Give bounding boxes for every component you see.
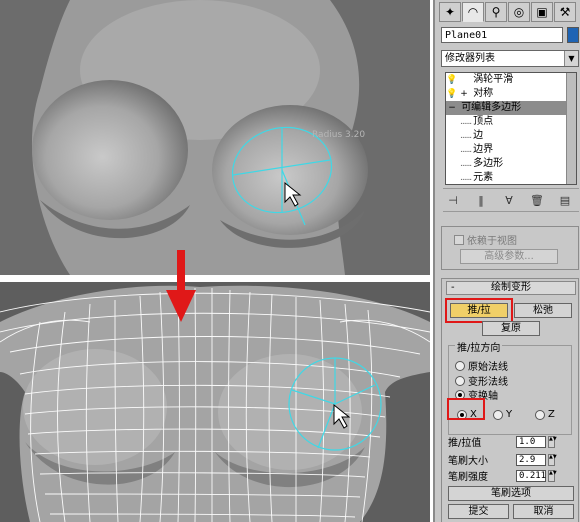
viewport-wireframe[interactable] — [0, 282, 430, 522]
configure-sets-icon[interactable]: ▤ — [555, 191, 575, 209]
relax-button[interactable]: 松弛 — [514, 303, 572, 318]
spinner-icon[interactable]: ▲▼ — [548, 469, 557, 482]
depend-on-view-checkbox[interactable] — [454, 234, 464, 245]
display-icon[interactable]: ▣ — [531, 2, 553, 22]
modifier-stack[interactable]: 💡 涡轮平滑 💡+ 对称 − 可编辑多边形 顶点 边 边界 多边形 元素 — [445, 72, 577, 185]
push-direction-title: 推/拉方向 — [455, 339, 503, 354]
push-value-field[interactable]: 1.0 — [516, 435, 546, 448]
stack-item-symmetry[interactable]: 💡 + 对称 — [446, 87, 576, 101]
selection-rollout: 依赖于视图 高级参数... — [441, 226, 579, 270]
depend-on-view-row[interactable]: 依赖于视图 — [454, 232, 517, 247]
modifier-list-dropdown[interactable]: 修改器列表 ▼ — [441, 50, 579, 67]
spinner-icon[interactable]: ▲▼ — [548, 435, 557, 448]
brush-size-row: 笔刷大小 2.9 ▲▼ — [448, 452, 557, 467]
panel-tabs: ✦ ◠ ⚲ ◎ ▣ ⚒ — [439, 2, 576, 24]
brush-radius-label: Radius 3.20 — [312, 130, 365, 140]
axis-z-option[interactable]: Z — [535, 409, 555, 420]
modify-icon[interactable]: ◠ — [462, 2, 484, 22]
pin-stack-icon[interactable]: ⊣ — [443, 191, 463, 209]
stack-item-editable-poly[interactable]: − 可编辑多边形 — [446, 101, 576, 115]
stack-sub-element[interactable]: 元素 — [446, 171, 576, 184]
modifier-list-label: 修改器列表 — [445, 53, 495, 64]
paint-deform-title[interactable]: - 绘制变形 — [446, 281, 576, 295]
axis-y-option[interactable]: Y — [493, 409, 512, 420]
chevron-down-icon[interactable]: ▼ — [564, 51, 578, 66]
brush-options-button[interactable]: 笔刷选项 — [448, 486, 574, 501]
deformed-normals-radio[interactable] — [455, 375, 465, 386]
brush-size-label: 笔刷大小 — [448, 456, 488, 467]
paint-deform-rollout: - 绘制变形 推/拉 松弛 复原 推/拉方向 原始法线 变形法线 变换轴 X Y… — [441, 278, 579, 522]
axis-z-radio[interactable] — [535, 409, 545, 420]
push-value-row: 推/拉值 1.0 ▲▼ — [448, 434, 557, 449]
stack-item-turbosmooth[interactable]: 💡 涡轮平滑 — [446, 73, 576, 87]
brush-strength-label: 笔刷强度 — [448, 472, 488, 483]
highlight-box — [445, 298, 513, 323]
show-end-result-icon[interactable]: ‖ — [471, 191, 491, 209]
original-normals-radio[interactable] — [455, 360, 465, 371]
original-normals-option[interactable]: 原始法线 — [455, 358, 508, 373]
motion-icon[interactable]: ◎ — [508, 2, 530, 22]
create-icon[interactable]: ✦ — [439, 2, 461, 22]
revert-button[interactable]: 复原 — [482, 321, 540, 336]
remove-modifier-icon[interactable]: 🗑 — [527, 191, 547, 209]
command-panel: ✦ ◠ ⚲ ◎ ▣ ⚒ Plane01 修改器列表 ▼ 💡 涡轮平滑 💡 + 对称… — [433, 0, 580, 522]
cancel-button[interactable]: 取消 — [513, 504, 574, 519]
depend-on-view-label: 依赖于视图 — [467, 236, 517, 247]
stack-sub-vertex[interactable]: 顶点 — [446, 115, 576, 129]
viewport-shaded[interactable]: Radius 3.20 — [0, 0, 430, 275]
brush-strength-field[interactable]: 0.211 — [516, 469, 546, 482]
deformed-normals-option[interactable]: 变形法线 — [455, 373, 508, 388]
bulb-icon[interactable]: 💡 — [446, 73, 458, 87]
push-direction-group: 推/拉方向 原始法线 变形法线 变换轴 X Y Z — [448, 339, 572, 435]
stack-toolbar: ⊣ ‖ ∀ 🗑 ▤ — [443, 188, 579, 212]
object-color-swatch[interactable] — [567, 27, 579, 43]
stack-sub-border[interactable]: 边界 — [446, 143, 576, 157]
hierarchy-icon[interactable]: ⚲ — [485, 2, 507, 22]
brush-strength-row: 笔刷强度 0.211 ▲▼ — [448, 468, 557, 483]
push-value-label: 推/拉值 — [448, 438, 482, 449]
red-down-arrow-icon — [166, 250, 196, 322]
object-name-field[interactable]: Plane01 — [441, 27, 563, 43]
expand-icon[interactable]: + — [458, 87, 470, 101]
viewport-area: Radius 3.20 — [0, 0, 430, 522]
shaded-render: Radius 3.20 — [0, 0, 430, 275]
utilities-icon[interactable]: ⚒ — [554, 2, 576, 22]
advanced-params-button[interactable]: 高级参数... — [460, 249, 558, 264]
highlight-box — [447, 398, 485, 420]
axis-y-radio[interactable] — [493, 409, 503, 420]
commit-button[interactable]: 提交 — [448, 504, 509, 519]
collapse-icon: - — [451, 282, 455, 293]
spinner-icon[interactable]: ▲▼ — [548, 453, 557, 466]
brush-size-field[interactable]: 2.9 — [516, 453, 546, 466]
stack-sub-edge[interactable]: 边 — [446, 129, 576, 143]
collapse-icon[interactable]: − — [446, 101, 458, 115]
stack-sub-polygon[interactable]: 多边形 — [446, 157, 576, 171]
make-unique-icon[interactable]: ∀ — [499, 191, 519, 209]
stack-scrollbar[interactable] — [566, 73, 576, 184]
wireframe-render — [0, 282, 430, 522]
bulb-icon[interactable]: 💡 — [446, 87, 458, 101]
